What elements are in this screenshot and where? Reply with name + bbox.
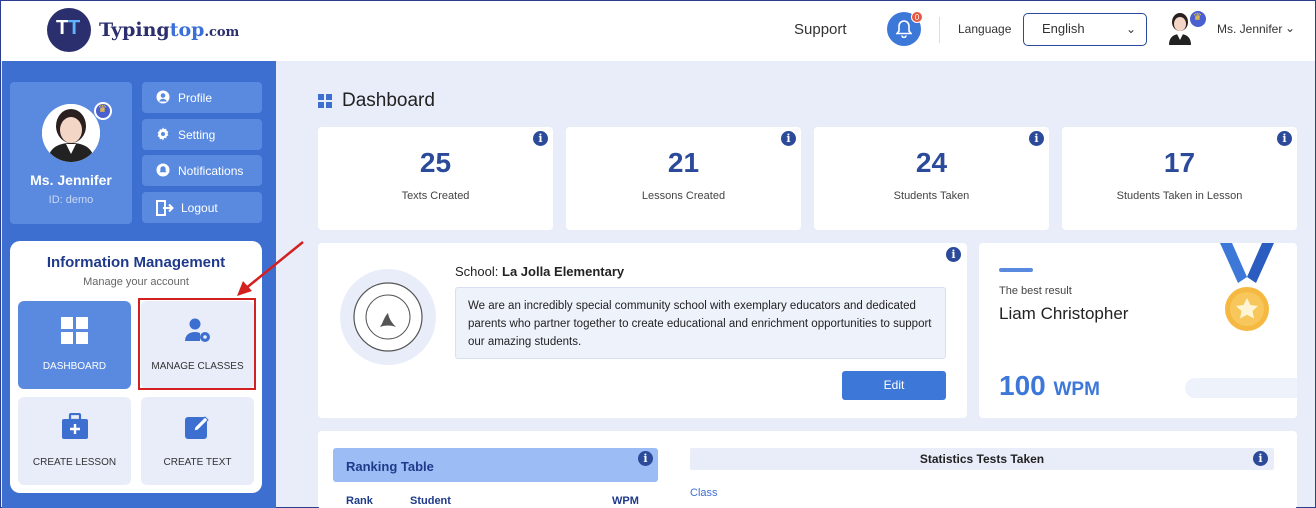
info-icon[interactable]: i xyxy=(1029,131,1044,146)
create-lesson-tile[interactable]: CREATE LESSON xyxy=(18,397,131,485)
school-description: We are an incredibly special community s… xyxy=(455,287,946,359)
logout-button-label: Logout xyxy=(181,201,218,215)
bell-icon xyxy=(156,163,170,177)
grid-icon xyxy=(61,317,88,344)
wpm-unit: WPM xyxy=(1053,379,1100,400)
statistics-title: Statistics Tests Taken xyxy=(919,452,1045,466)
logo[interactable]: TT Typingtop.com xyxy=(47,8,239,52)
stat-card-students: i 24 Students Taken xyxy=(814,127,1049,230)
logout-button[interactable]: Logout xyxy=(142,192,262,223)
best-result-card: The best result Liam Christopher 100 WPM xyxy=(979,243,1297,418)
create-text-tile[interactable]: CREATE TEXT xyxy=(141,397,254,485)
info-icon[interactable]: i xyxy=(1253,451,1268,466)
setting-button[interactable]: Setting xyxy=(142,119,262,150)
accent-bar xyxy=(999,268,1033,272)
notifications-button[interactable]: 0 xyxy=(887,11,923,46)
notifications-nav-button[interactable]: Notifications xyxy=(142,155,262,186)
info-icon[interactable]: i xyxy=(781,131,796,146)
profile-button-label: Profile xyxy=(178,91,213,105)
crown-badge-icon xyxy=(1190,11,1206,27)
medal-icon xyxy=(1220,243,1274,331)
user-circle-icon xyxy=(156,90,170,104)
stat-card-texts: i 25 Texts Created xyxy=(318,127,553,230)
language-label: Language xyxy=(958,22,1012,36)
ranking-header: Ranking Table i xyxy=(333,448,658,482)
col-wpm: WPM xyxy=(612,495,639,507)
profile-id: ID: demo xyxy=(48,194,94,206)
panel-title: Information Management xyxy=(46,254,226,271)
stat-card-lessons: i 21 Lessons Created xyxy=(566,127,801,230)
logo-mark-icon: TT xyxy=(47,8,91,52)
col-rank: Rank xyxy=(346,495,373,507)
manage-classes-highlight xyxy=(138,298,256,390)
stat-label: Students Taken xyxy=(893,190,970,202)
chevron-down-icon: ⌄ xyxy=(1125,22,1136,36)
briefcase-plus-icon xyxy=(62,413,88,439)
gear-icon xyxy=(157,127,169,141)
school-name-row: School: La Jolla Elementary xyxy=(455,264,624,279)
notification-badge: 0 xyxy=(911,11,923,23)
setting-button-label: Setting xyxy=(178,128,216,142)
best-result-progress xyxy=(1185,378,1297,398)
user-menu-name[interactable]: Ms. Jennifer xyxy=(1217,22,1282,36)
language-value: English xyxy=(1042,21,1085,36)
school-name: La Jolla Elementary xyxy=(502,264,625,279)
col-student: Student xyxy=(410,495,451,507)
notifications-button-label: Notifications xyxy=(178,164,244,178)
top-header: TT Typingtop.com Support 0 Language Engl… xyxy=(1,1,1315,61)
header-divider xyxy=(939,17,940,43)
statistics-header: Statistics Tests Taken xyxy=(690,448,1274,470)
best-result-wpm: 100 WPM xyxy=(999,370,1100,402)
stat-label: Students Taken in Lesson xyxy=(1116,190,1243,202)
language-select[interactable]: English ⌄ xyxy=(1023,13,1147,46)
edit-button[interactable]: Edit xyxy=(842,371,946,400)
logout-icon xyxy=(156,200,174,216)
stat-value: 21 xyxy=(667,147,700,178)
info-icon[interactable]: i xyxy=(946,247,961,262)
dashboard-tile-label: DASHBOARD xyxy=(42,361,107,372)
profile-name: Ms. Jennifer xyxy=(30,172,112,188)
logo-text: Typingtop.com xyxy=(99,19,240,41)
info-icon[interactable]: i xyxy=(638,451,653,466)
create-lesson-tile-label: CREATE LESSON xyxy=(32,457,117,468)
profile-button[interactable]: Profile xyxy=(142,82,262,113)
best-result-label: The best result xyxy=(999,285,1072,297)
dashboard-tile[interactable]: DASHBOARD xyxy=(18,301,131,389)
stat-value: 25 xyxy=(419,147,452,178)
wpm-value: 100 xyxy=(999,370,1046,401)
best-result-name: Liam Christopher xyxy=(999,304,1129,323)
school-logo xyxy=(340,269,436,365)
bottom-card: Ranking Table i Rank Student WPM Statist… xyxy=(318,431,1297,508)
stat-value: 24 xyxy=(915,147,948,178)
profile-card: Ms. Jennifer ID: demo xyxy=(10,82,132,224)
page-title: Dashboard xyxy=(342,90,435,111)
profile-avatar xyxy=(42,104,100,162)
stat-label: Lessons Created xyxy=(641,190,726,202)
class-filter-label[interactable]: Class xyxy=(690,487,718,499)
chevron-down-icon[interactable]: ⌄ xyxy=(1285,21,1295,35)
bell-icon xyxy=(896,20,912,38)
school-label: School: xyxy=(455,264,499,279)
dashboard-grid-icon xyxy=(318,94,332,108)
support-link[interactable]: Support xyxy=(794,21,847,38)
stat-label: Texts Created xyxy=(401,190,470,202)
stat-card-students-lesson: i 17 Students Taken in Lesson xyxy=(1062,127,1297,230)
school-card: i School: La Jolla Elementary We are an … xyxy=(318,243,967,418)
annotation-arrow-icon xyxy=(237,241,304,296)
info-icon[interactable]: i xyxy=(1277,131,1292,146)
ranking-title: Ranking Table xyxy=(346,459,434,474)
crown-badge-icon xyxy=(94,102,112,120)
stat-value: 17 xyxy=(1163,147,1196,178)
create-text-tile-label: CREATE TEXT xyxy=(163,457,232,468)
edit-icon xyxy=(185,416,209,439)
info-icon[interactable]: i xyxy=(533,131,548,146)
panel-subtitle: Manage your account xyxy=(83,276,189,288)
